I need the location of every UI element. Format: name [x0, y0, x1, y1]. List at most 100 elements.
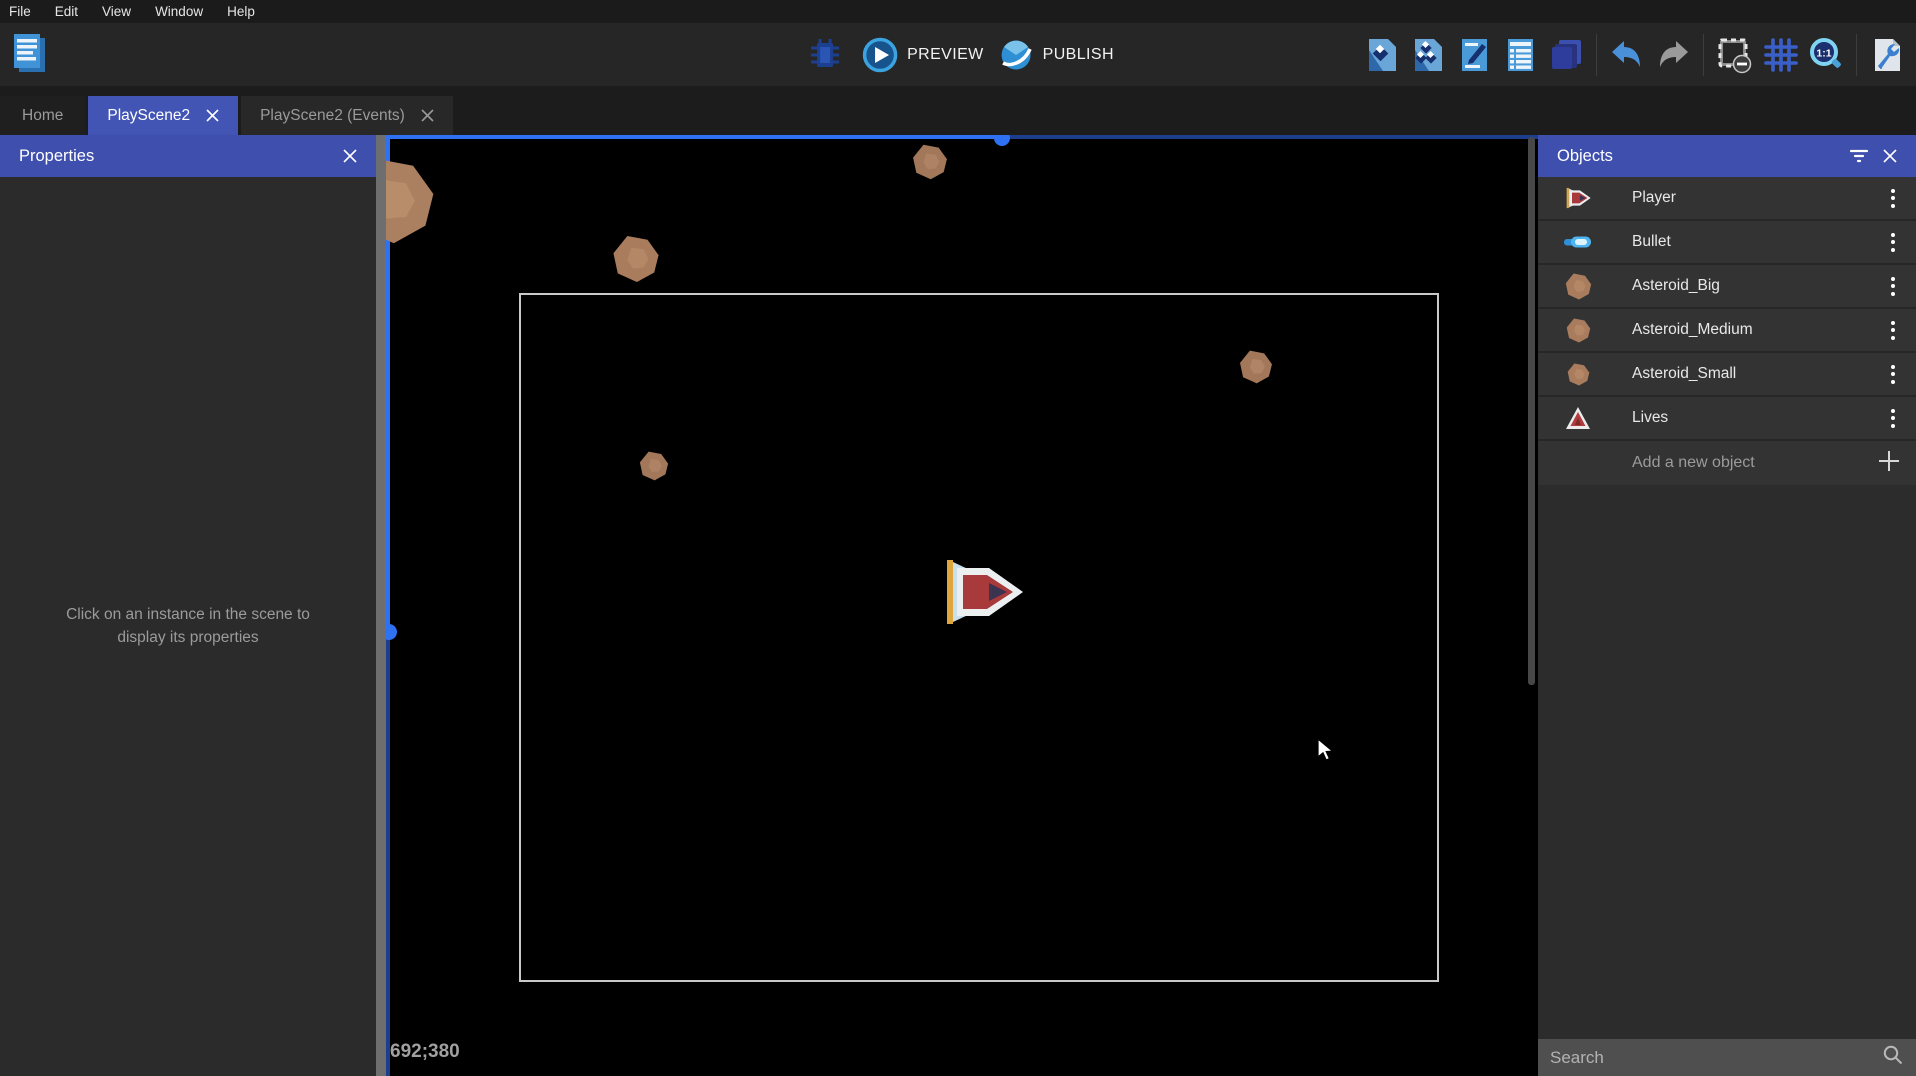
menu-view[interactable]: View — [90, 0, 143, 23]
object-row-asteroid-big[interactable]: Asteroid_Big — [1538, 265, 1916, 309]
tab-label: PlayScene2 — [107, 107, 190, 125]
object-name: Lives — [1632, 409, 1878, 427]
menu-bar: File Edit View Window Help — [0, 0, 1916, 23]
asteroid-big-instance[interactable] — [386, 157, 436, 245]
add-object-label: Add a new object — [1632, 454, 1878, 472]
menu-edit[interactable]: Edit — [43, 0, 90, 23]
objects-panel-header: Objects — [1538, 135, 1916, 177]
menu-help[interactable]: Help — [215, 0, 267, 23]
life-ship-icon — [1562, 406, 1594, 430]
zoom-reset-button[interactable]: 1:1 — [1803, 32, 1849, 78]
selection-resize-handle-top[interactable] — [994, 135, 1010, 146]
selection-resize-handle-left[interactable] — [386, 624, 397, 640]
publish-globe-icon — [998, 37, 1034, 73]
toolbar-separator — [1856, 34, 1857, 76]
panel-resize-divider[interactable] — [376, 135, 386, 1076]
mouse-cursor — [1317, 738, 1339, 762]
tab-playscene2-events[interactable]: PlayScene2 (Events) — [241, 96, 453, 135]
scene-canvas[interactable]: 692;380 — [386, 135, 1538, 1076]
object-row-lives[interactable]: Lives — [1538, 397, 1916, 441]
close-icon[interactable] — [1876, 145, 1904, 167]
object-menu-icon[interactable] — [1878, 317, 1908, 344]
tab-label: Home — [22, 107, 63, 125]
undo-button[interactable] — [1604, 32, 1650, 78]
selection-edge-top-far — [1004, 135, 1538, 139]
asteroid-icon — [1562, 318, 1594, 343]
publish-button[interactable]: PUBLISH — [998, 37, 1114, 73]
asteroid-instance[interactable] — [912, 144, 948, 180]
objects-editor-icon — [1363, 36, 1401, 74]
object-groups-button[interactable] — [1405, 32, 1451, 78]
play-icon — [862, 37, 898, 73]
preview-button[interactable]: PREVIEW — [862, 37, 984, 73]
zoom-1-1-icon: 1:1 — [1807, 36, 1845, 74]
publish-label: PUBLISH — [1043, 46, 1114, 64]
layers-icon — [1547, 36, 1585, 74]
object-row-asteroid-small[interactable]: Asteroid_Small — [1538, 353, 1916, 397]
close-icon[interactable] — [336, 145, 364, 167]
objects-panel: Objects Player — [1538, 135, 1916, 1076]
main-toolbar: PREVIEW PUBLISH — [0, 23, 1916, 86]
object-name: Asteroid_Big — [1632, 277, 1878, 295]
settings-button[interactable] — [1864, 32, 1910, 78]
project-manager-button[interactable] — [9, 32, 53, 78]
object-name: Asteroid_Medium — [1632, 321, 1878, 339]
tab-label: PlayScene2 (Events) — [260, 107, 405, 125]
instances-list-icon — [1501, 36, 1539, 74]
object-groups-icon — [1409, 36, 1447, 74]
properties-panel: Properties Click on an instance in the s… — [0, 135, 376, 1076]
player-ship-instance[interactable] — [943, 554, 1023, 630]
properties-panel-header: Properties — [0, 135, 376, 177]
object-menu-icon[interactable] — [1878, 185, 1908, 212]
debugger-icon — [805, 35, 845, 75]
asteroid-icon — [1562, 273, 1594, 300]
delete-selection-icon — [1715, 36, 1753, 74]
debugger-button[interactable] — [802, 32, 848, 78]
object-row-bullet[interactable]: Bullet — [1538, 221, 1916, 265]
objects-editor-button[interactable] — [1359, 32, 1405, 78]
tab-home[interactable]: Home — [0, 96, 85, 135]
close-icon[interactable] — [206, 109, 219, 122]
asteroid-instance[interactable] — [612, 235, 660, 283]
object-row-asteroid-medium[interactable]: Asteroid_Medium — [1538, 309, 1916, 353]
undo-icon — [1608, 36, 1646, 74]
settings-wrench-icon — [1868, 36, 1906, 74]
delete-selection-button[interactable] — [1711, 32, 1757, 78]
search-icon — [1882, 1044, 1904, 1071]
instances-list-button[interactable] — [1497, 32, 1543, 78]
svg-text:1:1: 1:1 — [1816, 47, 1831, 59]
asteroid-instance[interactable] — [1239, 350, 1273, 384]
plus-icon — [1878, 450, 1900, 477]
menu-window[interactable]: Window — [143, 0, 215, 23]
canvas-vertical-scrollbar[interactable] — [1528, 137, 1535, 685]
object-row-player[interactable]: Player — [1538, 177, 1916, 221]
object-menu-icon[interactable] — [1878, 229, 1908, 256]
gdevelop-window: File Edit View Window Help — [0, 0, 1916, 1076]
grid-button[interactable] — [1757, 32, 1803, 78]
object-menu-icon[interactable] — [1878, 405, 1908, 432]
menu-file[interactable]: File — [0, 0, 43, 23]
object-name: Player — [1632, 189, 1878, 207]
filter-icon[interactable] — [1842, 144, 1876, 168]
search-input[interactable] — [1550, 1048, 1882, 1068]
toolbar-separator — [1596, 34, 1597, 76]
objects-panel-title: Objects — [1557, 147, 1613, 166]
editor-tab-bar: Home PlayScene2 PlayScene2 (Events) — [0, 86, 1916, 135]
add-object-button[interactable]: Add a new object — [1538, 441, 1916, 485]
properties-empty-message: Click on an instance in the scene to dis… — [0, 603, 376, 649]
selection-edge-top — [386, 135, 1004, 139]
objects-search-bar — [1538, 1039, 1916, 1076]
object-menu-icon[interactable] — [1878, 361, 1908, 388]
properties-icon — [1455, 36, 1493, 74]
selection-edge-left-far — [386, 632, 390, 1076]
object-menu-icon[interactable] — [1878, 273, 1908, 300]
tab-playscene2[interactable]: PlayScene2 — [88, 96, 238, 135]
properties-panel-title: Properties — [19, 147, 94, 166]
layers-editor-button[interactable] — [1543, 32, 1589, 78]
properties-panel-button[interactable] — [1451, 32, 1497, 78]
preview-label: PREVIEW — [907, 46, 984, 64]
asteroid-instance[interactable] — [639, 451, 669, 481]
close-icon[interactable] — [421, 109, 434, 122]
toolbar-separator — [1703, 34, 1704, 76]
redo-button[interactable] — [1650, 32, 1696, 78]
